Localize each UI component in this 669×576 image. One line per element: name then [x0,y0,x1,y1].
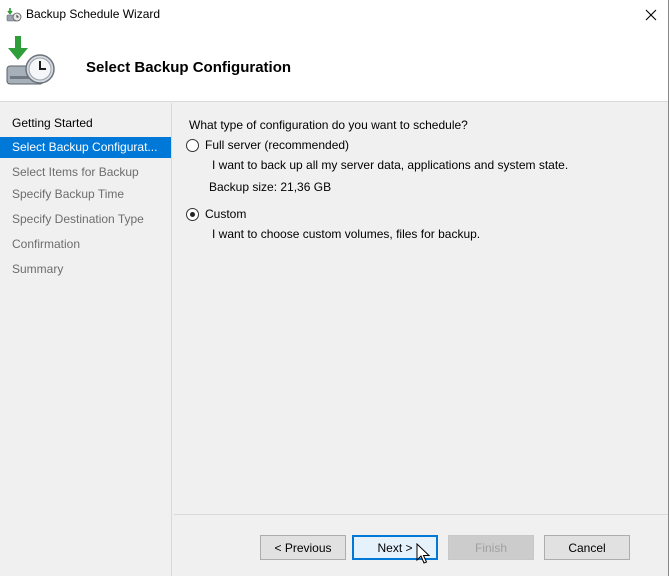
mouse-pointer-icon [416,543,430,564]
page-title: Select Backup Configuration [86,59,292,76]
window-title: Backup Schedule Wizard [26,7,161,21]
close-icon [645,9,657,21]
close-button[interactable] [634,0,668,30]
full-server-description: I want to back up all my server data, ap… [212,158,569,172]
wizard-steps-nav: Getting Started Select Backup Configurat… [0,103,172,576]
custom-description: I want to choose custom volumes, files f… [212,227,481,241]
custom-option[interactable]: Custom [186,207,246,221]
nav-item-specify-backup-time: Specify Backup Time [12,187,125,201]
previous-button[interactable]: < Previous [260,535,346,560]
backup-schedule-icon [6,36,55,85]
custom-radio[interactable] [186,207,199,221]
cancel-button[interactable]: Cancel [544,535,630,560]
custom-label: Custom [205,207,247,221]
nav-item-confirmation: Confirmation [12,237,81,251]
title-bar: Backup Schedule Wizard [0,0,668,30]
nav-item-summary: Summary [12,262,64,276]
wizard-content: What type of configuration do you want t… [174,103,668,513]
wizard-header: Select Backup Configuration [0,30,668,102]
configuration-question: What type of configuration do you want t… [189,118,468,132]
backup-app-icon [6,8,22,22]
nav-item-specify-destination-type: Specify Destination Type [12,212,144,226]
full-server-radio[interactable] [186,138,199,152]
wizard-window: Backup Schedule Wizard Select Backup Con… [0,0,669,576]
full-server-label: Full server (recommended) [205,138,350,152]
backup-size-text: Backup size: 21,36 GB [209,180,332,194]
full-server-option[interactable]: Full server (recommended) [186,138,349,152]
nav-item-select-backup-configuration[interactable]: Select Backup Configurat... [0,137,171,158]
nav-item-select-items-for-backup: Select Items for Backup [12,165,139,179]
finish-button: Finish [448,535,534,560]
nav-item-getting-started[interactable]: Getting Started [0,113,171,134]
